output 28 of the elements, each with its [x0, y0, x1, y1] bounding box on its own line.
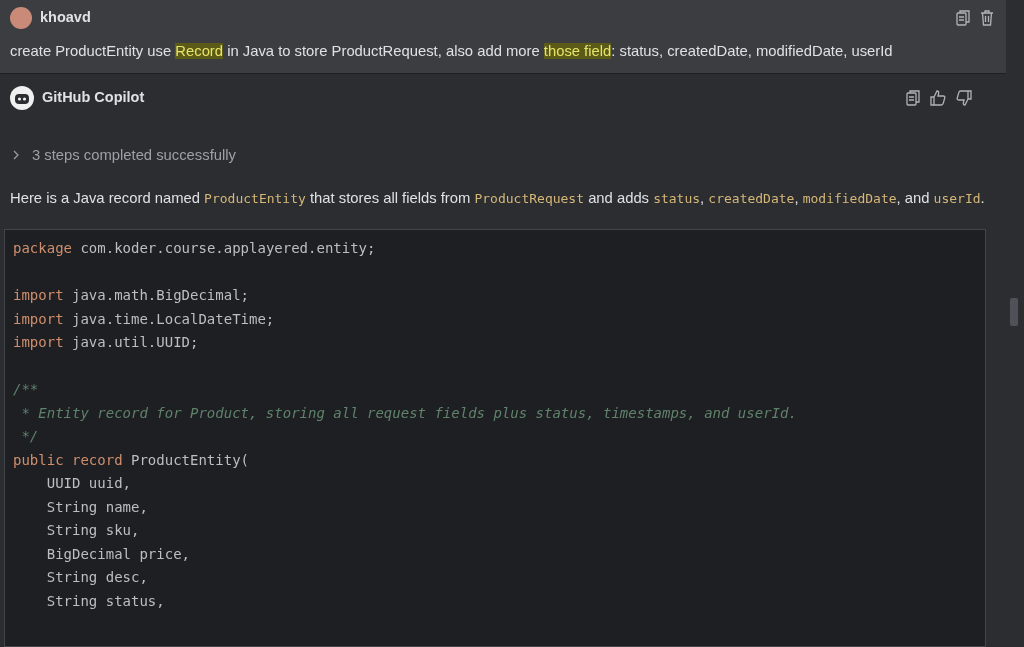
- trash-icon[interactable]: [980, 10, 994, 26]
- assistant-name: GitHub Copilot: [42, 88, 145, 108]
- copilot-icon: [10, 86, 34, 110]
- user-message-text: create ProductEntity use Record in Java to store ProductRequest, also add more those field: status, createdDate, modifiedDate, userId: [10, 42, 894, 61]
- code-line: String sku,: [45, 521, 141, 541]
- copy-icon[interactable]: [906, 90, 920, 106]
- user-name: khoavd: [40, 8, 91, 28]
- chevron-icon: [12, 150, 20, 161]
- thumbs-up-icon[interactable]: [930, 90, 946, 106]
- steps-toggle[interactable]: 3 steps completed successfully: [12, 144, 994, 167]
- code-line: import java.util.UUID;: [13, 333, 200, 353]
- code-line: package com.koder.course.applayered.entity;: [13, 239, 377, 259]
- code-line: * Entity record for Product, storing all request fields plus status, timestamps, and userId.: [20, 403, 798, 423]
- scrollbar-thumb[interactable]: [1010, 298, 1018, 326]
- code-line: UUID uuid,: [45, 474, 132, 494]
- code-line: public record ProductEntity(: [13, 450, 250, 470]
- user-avatar: [10, 7, 32, 29]
- code-line: import java.time.LocalDateTime;: [13, 309, 276, 329]
- code-line: BigDecimal price,: [45, 544, 191, 564]
- code-line: import java.math.BigDecimal;: [13, 286, 250, 306]
- code-line: String desc,: [45, 568, 149, 588]
- code-line: */: [20, 427, 40, 447]
- code-line: /**: [13, 380, 40, 400]
- thumbs-down-icon[interactable]: [956, 90, 972, 106]
- copy-icon[interactable]: [956, 10, 970, 26]
- response-text: Here is a Java record named ProductEntity that stores all fields from ProductRequest and adds status, createdDate, modifiedDate, and userId.: [10, 189, 986, 209]
- code-line: String status,: [45, 591, 166, 611]
- code-line: String name,: [45, 497, 149, 517]
